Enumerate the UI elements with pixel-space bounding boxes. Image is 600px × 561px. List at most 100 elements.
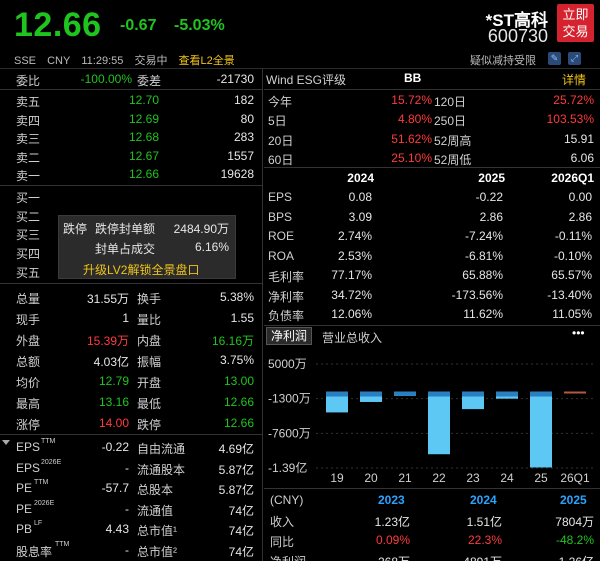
perf-label: 今年 xyxy=(268,95,293,109)
collapse-icon[interactable] xyxy=(2,440,10,445)
trade-now-button[interactable]: 立即 交易 xyxy=(557,4,594,42)
fundamental-value: 74亿 xyxy=(228,503,254,518)
fundamental-label: 流通值 xyxy=(137,503,174,518)
fundamental-label: PB xyxy=(16,522,33,536)
fundamental-row[interactable]: PE 2026E - 流通值 74亿 xyxy=(0,500,262,519)
ask-volume: 283 xyxy=(233,130,254,144)
forecast-value: -0.10% xyxy=(553,248,592,263)
profit-bar-segment xyxy=(428,391,450,397)
stat-value: 5.38% xyxy=(219,290,254,304)
esg-detail-link[interactable]: 详情 xyxy=(562,71,586,88)
fundamental-label: 总股本 xyxy=(137,483,174,497)
fundamental-label: 总市值² xyxy=(137,544,177,559)
stat-label: 均价 xyxy=(16,376,41,390)
stat-value: 3.75% xyxy=(219,353,254,367)
stat-label: 最低 xyxy=(137,397,162,411)
perf-value: 103.53% xyxy=(546,112,594,127)
perf-value: 15.72% xyxy=(391,93,432,107)
ask-label: 卖一 xyxy=(16,169,41,183)
stat-row: 外盘 15.39万 内盘 16.16万 xyxy=(0,330,262,349)
ask-price: 12.70 xyxy=(128,93,159,107)
profit-bar-segment xyxy=(360,391,382,397)
revenue-value: 4891万 xyxy=(463,553,502,561)
upgrade-lv2-link[interactable]: 升级LV2解锁全景盘口 xyxy=(83,261,199,278)
forecast-row: 毛利率 77.17% 65.88% 65.57% xyxy=(266,266,600,285)
perf-value: 4.80% xyxy=(397,112,432,127)
perf-label: 60日 xyxy=(268,152,294,167)
fundamental-row[interactable]: 股息率 TTM - 总市值² 74亿 xyxy=(0,541,262,560)
price-change-pct: -5.03% xyxy=(174,17,225,34)
reduce-restricted-label: 疑似减持受限 xyxy=(470,55,536,67)
fundamental-row[interactable]: EPS 2026E - 流通股本 5.87亿 xyxy=(0,459,262,478)
forecast-header: 2024 2025 2026Q1 xyxy=(264,169,600,188)
x-tick-label: 24 xyxy=(500,471,514,485)
revenue-row: 净利润 268万 4891万 -1.26亿 xyxy=(266,551,600,561)
fundamental-value: - xyxy=(125,542,129,557)
bid-label: 买三 xyxy=(16,228,41,242)
seal-ratio-value: 6.16% xyxy=(194,240,229,254)
ask-row-5[interactable]: 卖五 12.70 182 xyxy=(0,91,262,110)
revenue-year-2023: 2023 xyxy=(378,493,405,507)
forecast-value: 11.05% xyxy=(552,307,592,321)
stat-value: 12.66 xyxy=(223,416,254,430)
profit-bar-segment xyxy=(462,391,484,397)
tab-net-profit[interactable]: 净利润 xyxy=(266,327,312,345)
forecast-value: 2.86 xyxy=(479,209,503,224)
ask-row-2[interactable]: 卖二 12.67 1557 xyxy=(0,147,262,166)
fundamental-sup: 2026E xyxy=(41,458,62,466)
exchange: SSE xyxy=(14,55,37,67)
fundamental-sup: LF xyxy=(34,520,43,527)
stat-label: 量比 xyxy=(137,313,162,327)
forecast-value: -173.56% xyxy=(451,287,503,302)
stat-label: 外盘 xyxy=(16,334,41,348)
profit-bar-segment xyxy=(496,391,518,397)
forecast-value: -7.24% xyxy=(464,229,503,243)
bid-row-1[interactable]: 买一 xyxy=(0,187,262,206)
esg-label: Wind ESG评级 xyxy=(266,73,347,87)
forecast-row: ROA 2.53% -6.81% -0.10% xyxy=(266,247,600,266)
revenue-value: -48.2% xyxy=(555,533,594,547)
fundamental-row[interactable]: PB LF 4.43 总市值¹ 74亿 xyxy=(0,520,262,539)
ask-row-3[interactable]: 卖三 12.68 283 xyxy=(0,128,262,147)
tab-revenue[interactable]: 营业总收入 xyxy=(322,329,382,346)
stat-label: 现手 xyxy=(16,313,41,327)
ask-label: 卖二 xyxy=(16,151,41,165)
forecast-row: 净利率 34.72% -173.56% -13.40% xyxy=(266,286,600,305)
forecast-value: 12.06% xyxy=(331,307,372,321)
revenue-value: 1.51亿 xyxy=(466,515,502,529)
forecast-label: ROA xyxy=(268,248,295,263)
fundamental-row[interactable]: EPS TTM -0.22 自由流通 4.69亿 xyxy=(0,438,262,457)
ask-row-1[interactable]: 卖一 12.66 19628 xyxy=(0,165,262,184)
forecast-col-2024: 2024 xyxy=(347,171,374,185)
y-tick-label: 5000万 xyxy=(268,357,307,371)
ask-price: 12.66 xyxy=(128,167,159,181)
l2-panorama-link[interactable]: 查看L2全景 xyxy=(179,55,235,67)
commit-diff-label: 委差 xyxy=(137,74,162,88)
ask-row-4[interactable]: 卖四 12.69 80 xyxy=(0,110,262,129)
perf-label: 52周高 xyxy=(434,133,472,148)
perf-value: 15.91 xyxy=(563,131,594,146)
x-tick-label: 23 xyxy=(466,471,480,485)
profit-bar[interactable] xyxy=(564,391,586,394)
stat-row: 最高 13.16 最低 12.66 xyxy=(0,393,262,412)
stat-value: 1 xyxy=(122,311,129,325)
profit-bar[interactable] xyxy=(530,391,552,468)
forecast-value: 2.53% xyxy=(337,248,372,263)
forecast-col-2025: 2025 xyxy=(478,171,505,185)
ask-volume: 80 xyxy=(240,112,254,126)
performance-row: 20日 51.62% 52周高 15.91 xyxy=(266,130,600,149)
expand-icon[interactable]: ⤢ xyxy=(568,52,581,65)
stat-label: 内盘 xyxy=(137,334,162,348)
edit-icon[interactable]: ✎ xyxy=(548,52,561,65)
revenue-value: 22.3% xyxy=(467,533,502,547)
forecast-value: 2.74% xyxy=(337,229,372,243)
profit-bar[interactable] xyxy=(428,391,450,455)
more-icon[interactable]: ••• xyxy=(572,326,585,340)
revenue-year-2025: 2025 xyxy=(560,493,587,507)
ask-volume: 182 xyxy=(233,93,254,107)
stat-value: 13.00 xyxy=(223,374,254,388)
fundamental-row[interactable]: PE TTM -57.7 总股本 5.87亿 xyxy=(0,479,262,498)
forecast-value: 2.86 xyxy=(568,209,592,224)
fundamental-label: EPS xyxy=(16,460,41,475)
limit-down-badge: 跌停 xyxy=(63,222,88,236)
